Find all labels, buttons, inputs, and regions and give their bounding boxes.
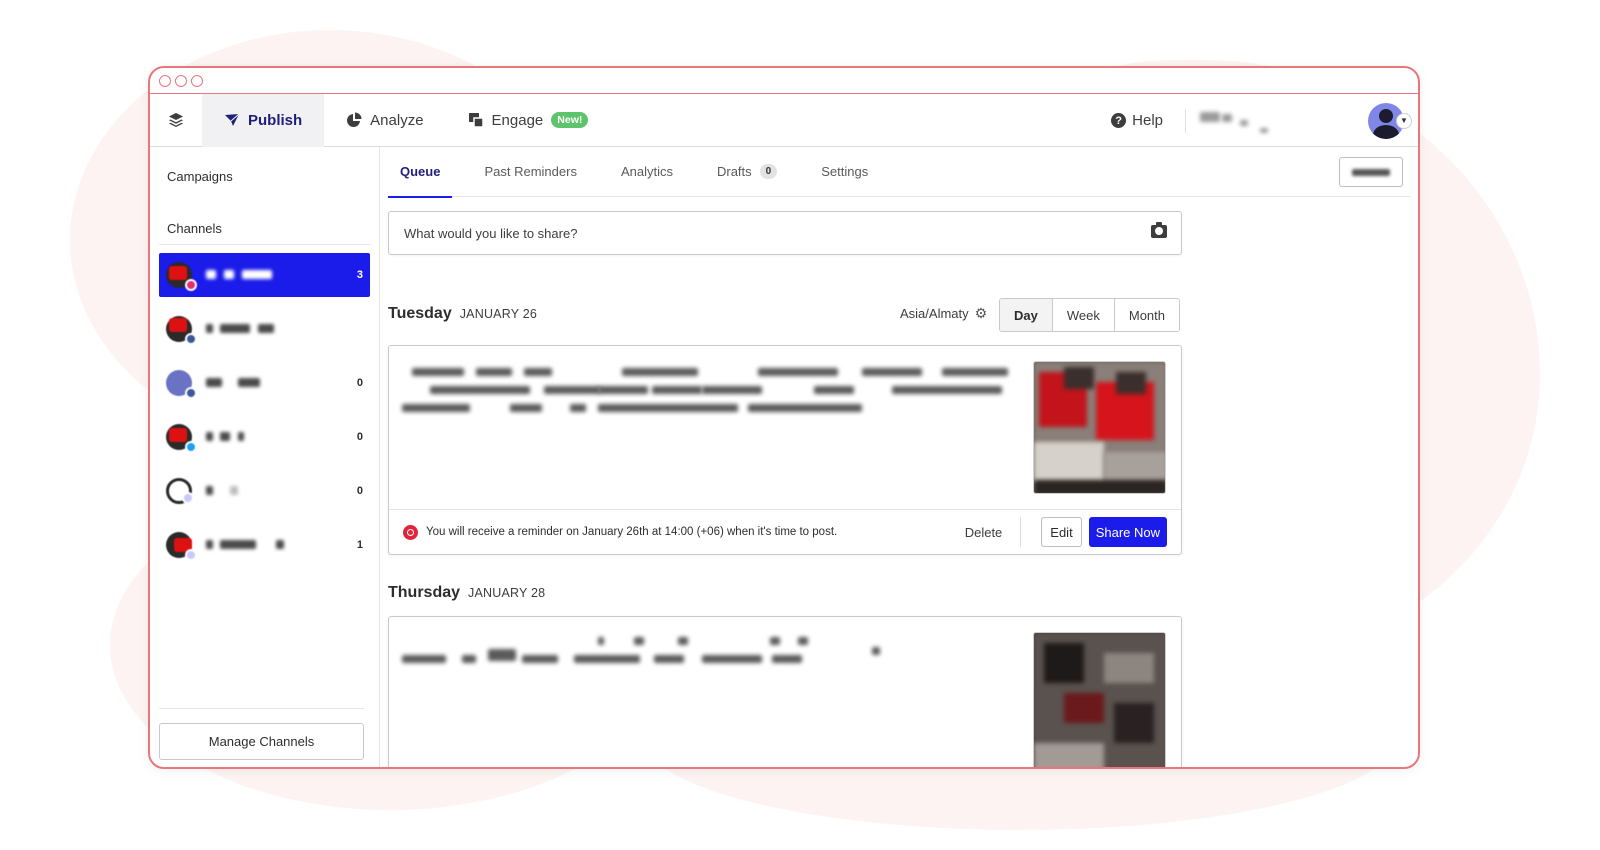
- nav-analyze[interactable]: Analyze: [324, 94, 445, 147]
- header-action-button[interactable]: [1339, 157, 1403, 187]
- layers-icon: [169, 113, 183, 127]
- window-maximize-dot[interactable]: [191, 74, 203, 87]
- channel-name-blurred: [206, 432, 349, 442]
- day-name: Tuesday: [388, 305, 452, 322]
- publish-icon: [225, 113, 240, 126]
- channel-avatar: [166, 424, 197, 453]
- channel-queue-count: 0: [356, 377, 363, 389]
- tab-analytics-label: Analytics: [620, 164, 673, 179]
- view-day-button[interactable]: Day: [1000, 299, 1053, 331]
- chevron-down-icon: ▼: [1396, 112, 1412, 129]
- timezone-setting[interactable]: Asia/Almaty ⚙: [900, 305, 987, 322]
- main-content: Queue Past Reminders Analytics Drafts 0 …: [380, 147, 1418, 767]
- pie-chart-icon: [347, 112, 362, 127]
- sidebar: Campaigns Channels 3 0 0 0 1 Manage Chan…: [150, 147, 380, 767]
- post-image-thumbnail[interactable]: [1033, 361, 1166, 494]
- tab-queue[interactable]: Queue: [388, 147, 453, 198]
- app-window: Publish Analyze Engage New! ? Help ▼ Cam…: [148, 66, 1420, 769]
- gear-icon[interactable]: ⚙: [975, 305, 988, 322]
- channel-name-blurred: [206, 270, 349, 280]
- post-actions: Delete Edit Share Now: [947, 517, 1167, 547]
- channel-name-blurred: [206, 540, 349, 550]
- queued-post: You will receive a reminder on January 2…: [388, 345, 1182, 555]
- edit-button[interactable]: Edit: [1041, 517, 1082, 547]
- day-header: Tuesday JANUARY 26: [388, 305, 537, 323]
- channel-queue-count: 3: [356, 269, 363, 281]
- day-date: JANUARY 28: [468, 586, 546, 600]
- tab-settings[interactable]: Settings: [809, 147, 880, 197]
- drafts-count-badge: 0: [759, 164, 778, 179]
- share-composer[interactable]: What would you like to share?: [388, 211, 1182, 255]
- channel-avatar: [166, 262, 197, 291]
- channel-queue-count: 1: [356, 539, 363, 551]
- nav-publish[interactable]: Publish: [202, 93, 325, 147]
- sidebar-channels-heading: Channels: [159, 221, 370, 245]
- help-link[interactable]: ? Help: [1111, 108, 1186, 133]
- queued-post: [388, 616, 1182, 767]
- tab-queue-label: Queue: [400, 164, 441, 179]
- reminder-icon: [403, 524, 418, 540]
- tab-bar: Queue Past Reminders Analytics Drafts 0 …: [388, 147, 1410, 198]
- app-logo[interactable]: [150, 94, 202, 147]
- post-image-thumbnail[interactable]: [1033, 632, 1166, 767]
- channel-queue-count: 0: [356, 485, 363, 497]
- window-close-dot[interactable]: [159, 74, 171, 87]
- tab-settings-label: Settings: [821, 164, 869, 179]
- sidebar-divider: [159, 708, 364, 709]
- reminder-text: You will receive a reminder on January 2…: [426, 526, 838, 538]
- nav-engage[interactable]: Engage New!: [446, 94, 611, 147]
- tab-past-reminders[interactable]: Past Reminders: [472, 147, 588, 197]
- nav-right: ? Help ▼: [1111, 94, 1418, 147]
- channel-item[interactable]: 0: [159, 415, 370, 459]
- top-navigation: Publish Analyze Engage New! ? Help ▼: [150, 93, 1418, 147]
- delete-button[interactable]: Delete: [947, 517, 1022, 547]
- window-titlebar: [150, 68, 1418, 94]
- tab-drafts[interactable]: Drafts 0: [705, 147, 789, 197]
- nav-engage-label: Engage: [491, 111, 544, 129]
- channel-avatar: [166, 370, 197, 399]
- camera-icon[interactable]: [1151, 222, 1167, 238]
- channel-item[interactable]: 0: [159, 361, 370, 405]
- post-content[interactable]: [389, 346, 1181, 510]
- channel-queue-count: 0: [356, 431, 363, 443]
- help-label: Help: [1132, 112, 1163, 129]
- day-name: Thursday: [388, 584, 461, 601]
- new-badge: New!: [551, 112, 589, 128]
- window-minimize-dot[interactable]: [175, 74, 187, 87]
- engage-icon: [468, 113, 484, 128]
- post-footer: You will receive a reminder on January 2…: [389, 510, 1181, 554]
- view-toggle: Day Week Month: [999, 298, 1180, 332]
- tab-past-reminders-label: Past Reminders: [484, 164, 577, 179]
- app-body: Campaigns Channels 3 0 0 0 1 Manage Chan…: [150, 147, 1418, 767]
- channel-item[interactable]: 3: [159, 253, 370, 297]
- account-name-blurred: [1200, 106, 1350, 136]
- channel-item[interactable]: 0: [159, 469, 370, 513]
- nav-analyze-label: Analyze: [370, 111, 424, 129]
- sidebar-campaigns[interactable]: Campaigns: [159, 169, 370, 184]
- channel-item[interactable]: 1: [159, 523, 370, 567]
- day-date: JANUARY 26: [459, 307, 538, 321]
- timezone-label: Asia/Almaty: [900, 306, 969, 321]
- channel-avatar: [166, 532, 197, 561]
- channel-name-blurred: [206, 486, 349, 496]
- channel-avatar: [166, 478, 194, 504]
- tab-analytics[interactable]: Analytics: [609, 147, 685, 197]
- composer-placeholder: What would you like to share?: [404, 225, 578, 241]
- manage-channels-button[interactable]: Manage Channels: [159, 723, 364, 760]
- user-menu[interactable]: ▼: [1368, 102, 1412, 139]
- day-header: Thursday JANUARY 28: [388, 584, 545, 602]
- view-week-button[interactable]: Week: [1051, 299, 1114, 331]
- nav-publish-label: Publish: [248, 111, 303, 129]
- tab-drafts-label: Drafts: [716, 164, 752, 179]
- view-month-button[interactable]: Month: [1113, 299, 1179, 331]
- stage: Publish Analyze Engage New! ? Help ▼ Cam…: [0, 0, 1600, 850]
- channel-item[interactable]: [159, 307, 370, 351]
- channel-name-blurred: [206, 324, 349, 334]
- channel-avatar: [166, 316, 197, 345]
- post-content[interactable]: [389, 617, 1181, 767]
- channel-name-blurred: [206, 378, 349, 388]
- help-icon: ?: [1111, 113, 1127, 128]
- share-now-button[interactable]: Share Now: [1088, 517, 1167, 547]
